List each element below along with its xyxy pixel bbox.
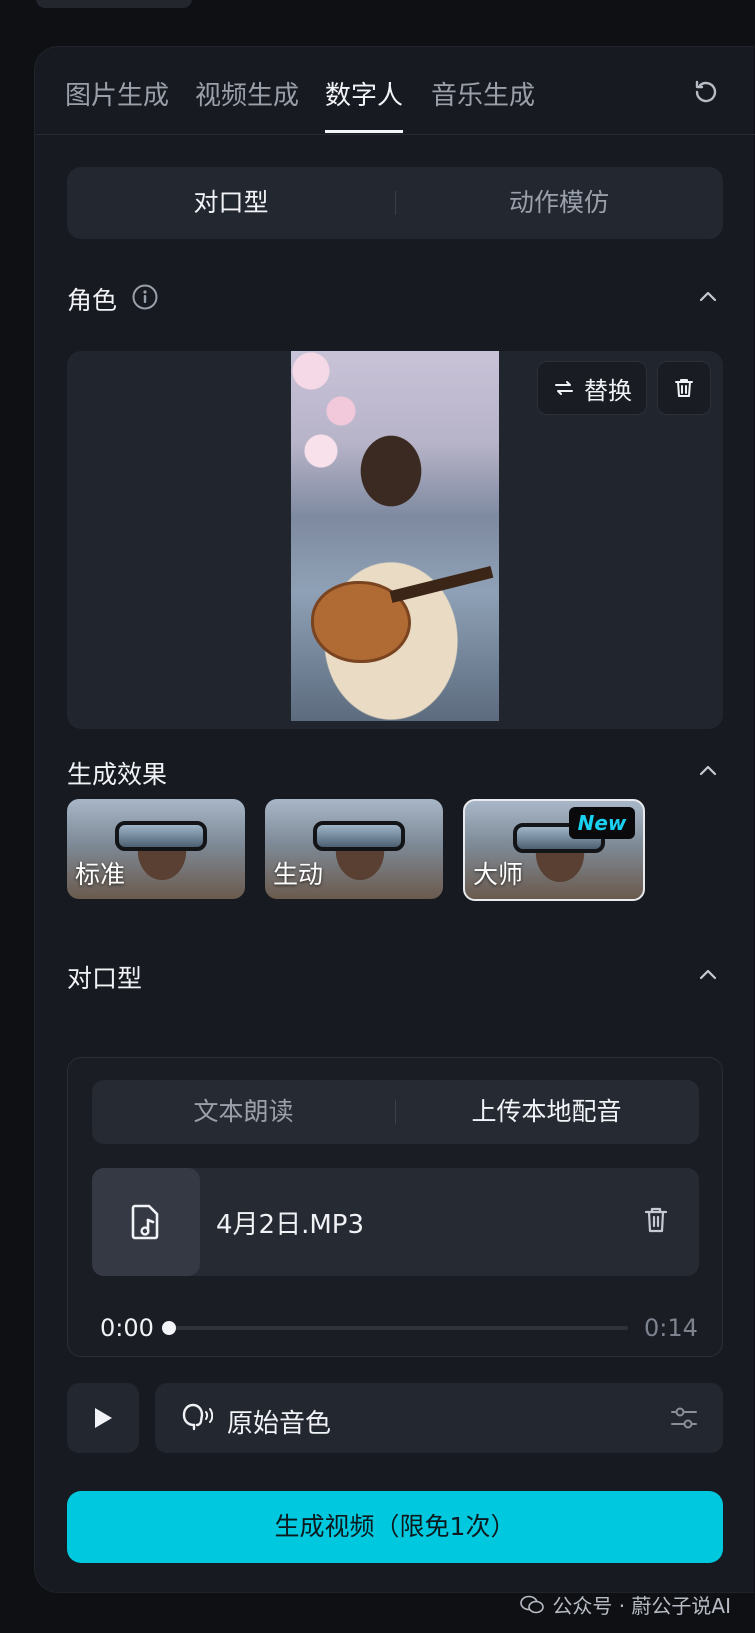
chevron-up-icon[interactable] xyxy=(696,285,720,309)
effect-vivid[interactable]: 生动 xyxy=(265,799,443,899)
replace-label: 替换 xyxy=(584,376,632,405)
watermark: 公众号 · 蔚公子说AI xyxy=(520,1590,731,1619)
effect-label: 生动 xyxy=(273,860,324,889)
mode-lip-sync[interactable]: 对口型 xyxy=(67,167,395,239)
effect-master[interactable]: New 大师 xyxy=(463,799,645,901)
sliders-icon xyxy=(671,1407,697,1429)
chevron-up-icon[interactable] xyxy=(696,963,720,987)
tab-video-generation[interactable]: 视频生成 xyxy=(195,75,299,133)
effect-label: 大师 xyxy=(473,860,524,889)
audio-progress-track[interactable] xyxy=(162,1321,628,1335)
audio-file-icon xyxy=(92,1168,200,1276)
audio-file-name: 4月2日.MP3 xyxy=(216,1210,365,1240)
replace-button[interactable]: 替换 xyxy=(537,361,647,415)
trash-icon xyxy=(675,379,693,397)
mode-motion-imitation[interactable]: 动作模仿 xyxy=(395,167,723,239)
effect-label: 标准 xyxy=(75,860,126,889)
character-image[interactable] xyxy=(291,351,499,721)
mode-switch: 对口型 动作模仿 xyxy=(67,167,723,239)
effect-standard[interactable]: 标准 xyxy=(67,799,245,899)
goggles-thumbnail xyxy=(115,821,207,851)
guitar-neck xyxy=(389,566,494,603)
trash-icon[interactable] xyxy=(643,1206,669,1238)
top-chip xyxy=(36,0,192,8)
source-upload-audio[interactable]: 上传本地配音 xyxy=(395,1080,698,1144)
effect-section-title: 生成效果 xyxy=(67,760,168,789)
generate-video-button[interactable]: 生成视频（限免1次） xyxy=(67,1491,723,1563)
tab-image-generation[interactable]: 图片生成 xyxy=(65,75,169,133)
watermark-text: 公众号 · 蔚公子说AI xyxy=(552,1594,731,1618)
play-button[interactable] xyxy=(67,1383,139,1453)
role-section-title: 角色 xyxy=(67,286,118,315)
voice-label: 原始音色 xyxy=(227,1409,332,1439)
chevron-up-icon[interactable] xyxy=(696,759,720,783)
goggles-thumbnail xyxy=(313,821,405,851)
tab-digital-human[interactable]: 数字人 xyxy=(325,75,404,133)
lipsync-section-title: 对口型 xyxy=(67,964,143,993)
refresh-icon[interactable] xyxy=(691,77,721,107)
voice-selector[interactable]: 原始音色 xyxy=(155,1383,723,1453)
delete-character-button[interactable] xyxy=(657,361,711,415)
swap-icon xyxy=(555,381,573,395)
new-badge: New xyxy=(569,807,635,839)
play-icon xyxy=(95,1408,112,1428)
duration: 0:14 xyxy=(644,1314,698,1342)
tab-music-generation[interactable]: 音乐生成 xyxy=(431,75,535,133)
voice-icon xyxy=(182,1403,213,1431)
info-icon[interactable] xyxy=(131,283,159,311)
current-time: 0:00 xyxy=(100,1314,154,1342)
character-card: 替换 xyxy=(67,351,723,729)
source-text-reading[interactable]: 文本朗读 xyxy=(92,1080,395,1144)
wechat-icon xyxy=(520,1595,545,1613)
digital-human-panel: 图片生成 视频生成 数字人 音乐生成 对口型 动作模仿 角色 替换 生成效果 标… xyxy=(34,46,755,1593)
audio-progress-knob[interactable] xyxy=(162,1321,176,1335)
lipsync-card: 文本朗读 上传本地配音 4月2日.MP3 0:00 0:14 xyxy=(67,1057,723,1357)
audio-file-row: 4月2日.MP3 xyxy=(92,1168,699,1276)
audio-source-switch: 文本朗读 上传本地配音 xyxy=(92,1080,699,1144)
tab-bar: 图片生成 视频生成 数字人 音乐生成 xyxy=(35,47,755,135)
